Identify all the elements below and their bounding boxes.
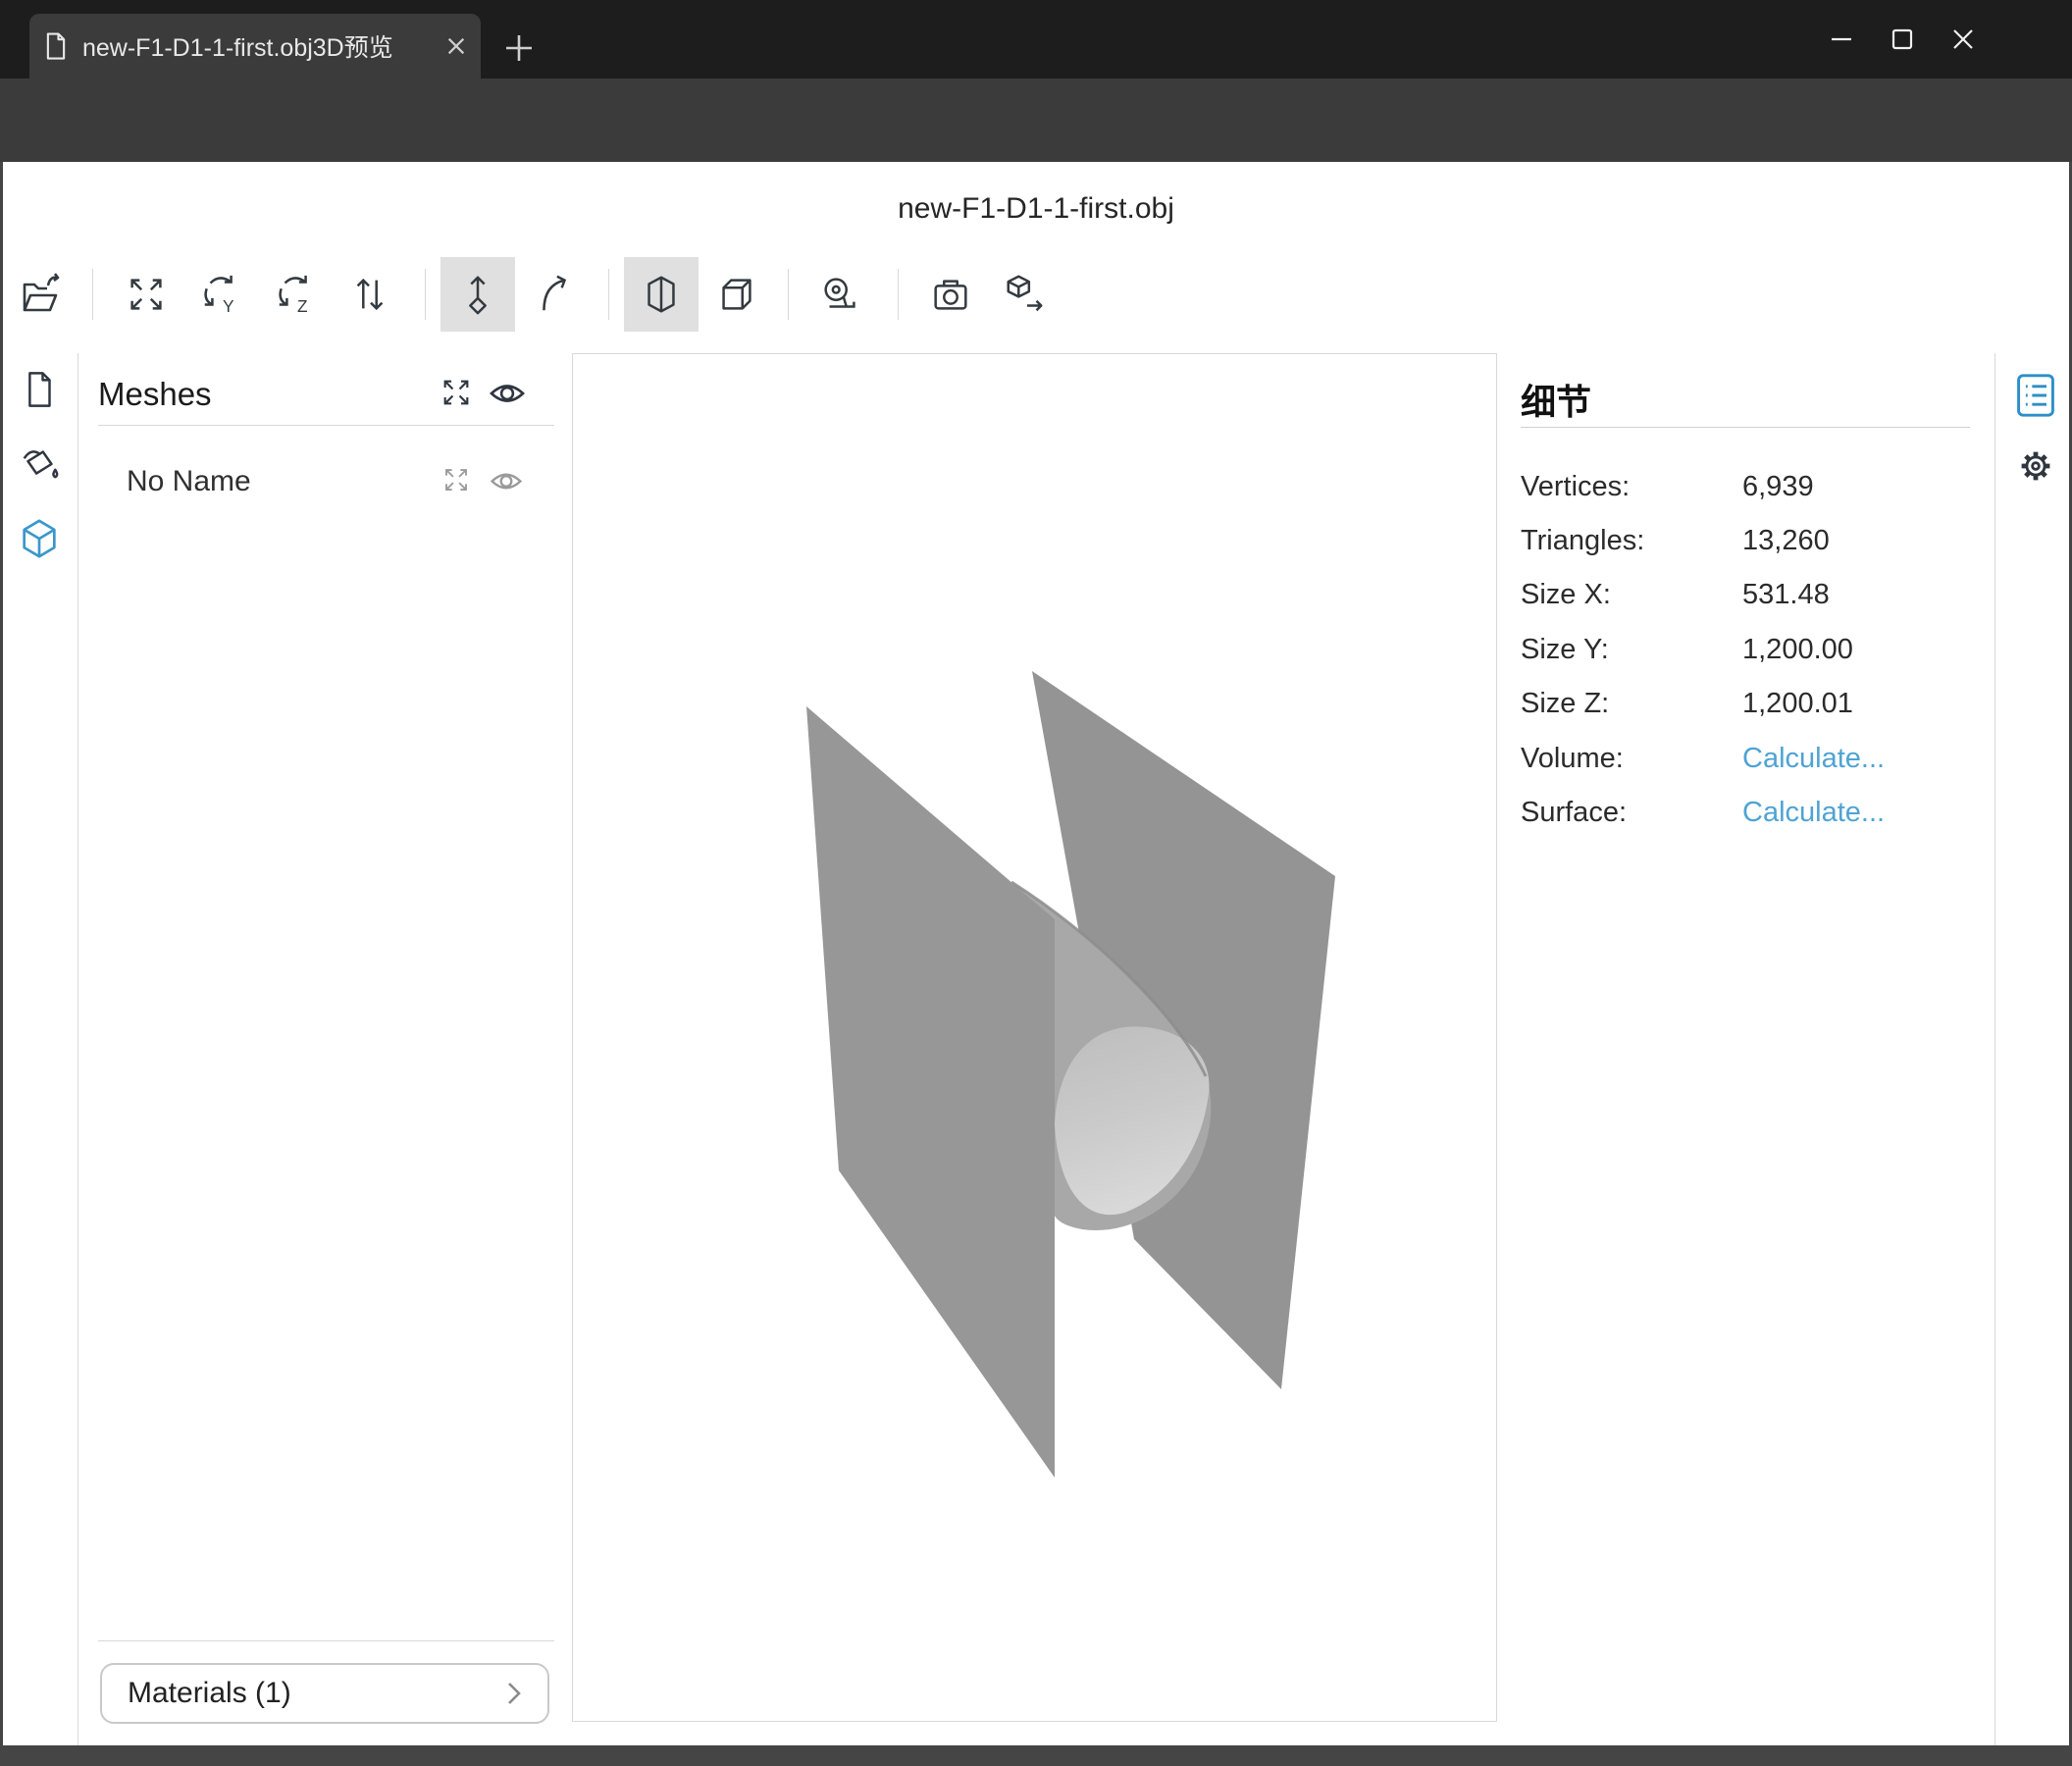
toolbar-divider — [898, 269, 899, 320]
browser-tab[interactable]: new-F1-D1-1-first.obj3D预览 — [29, 14, 481, 78]
chevron-right-icon — [506, 1681, 522, 1706]
browser-chromebar: https://file.kkview.cn/onlinePreview?url… — [0, 78, 2072, 162]
fit-view-button[interactable] — [109, 257, 183, 332]
orthographic-camera-button[interactable] — [699, 257, 774, 332]
details-list-icon[interactable] — [2014, 371, 2057, 420]
sidebar-tab-materials[interactable] — [14, 439, 65, 490]
tab-close-icon[interactable] — [445, 35, 467, 57]
tab-title: new-F1-D1-1-first.obj3D预览 — [82, 28, 432, 64]
svg-text:Z: Z — [297, 296, 308, 316]
detail-label: Vertices: — [1521, 471, 1630, 503]
window-maximize-icon[interactable] — [1872, 12, 1933, 67]
window-controls — [1811, 12, 1994, 67]
detail-row: Size Z: 1,200.01 — [1521, 688, 1972, 719]
measure-button[interactable] — [803, 257, 878, 332]
open-file-button[interactable] — [4, 257, 78, 332]
detail-label: Size Z: — [1521, 688, 1609, 720]
window-close-icon[interactable] — [1933, 12, 1994, 67]
meshes-fit-all-icon[interactable] — [440, 376, 473, 409]
page-title: new-F1-D1-1-first.obj — [0, 192, 2072, 226]
tab-favicon-document-icon — [43, 31, 69, 61]
mesh-item-visibility-eye-icon[interactable] — [488, 468, 525, 494]
toolbar-divider — [608, 269, 609, 320]
3d-viewport[interactable] — [572, 353, 1497, 1722]
settings-gear-icon[interactable] — [2013, 443, 2058, 489]
details-panel-title: 细节 — [1521, 374, 1591, 425]
flip-up-down-button[interactable] — [333, 257, 407, 332]
detail-value: 13,260 — [1742, 525, 1830, 557]
meshes-header-divider — [98, 425, 554, 426]
detail-label: Surface: — [1521, 797, 1627, 829]
detail-label: Triangles: — [1521, 525, 1644, 557]
detail-row: Surface: Calculate... — [1521, 797, 1972, 828]
materials-button[interactable]: Materials (1) — [100, 1663, 549, 1724]
detail-label: Size Y: — [1521, 634, 1609, 666]
detail-row: Triangles: 13,260 — [1521, 525, 1972, 556]
detail-row: Vertices: 6,939 — [1521, 471, 1972, 502]
rotate-z-button[interactable]: Z — [259, 257, 334, 332]
sidebar-tab-meshes[interactable] — [14, 513, 65, 564]
details-divider — [1521, 427, 1970, 428]
detail-value: 6,939 — [1742, 471, 1814, 503]
meshes-panel-title: Meshes — [98, 376, 212, 413]
left-plane — [806, 706, 1055, 1478]
right-strip-divider — [1994, 353, 1995, 1745]
toolbar-divider — [425, 269, 426, 320]
detail-label: Size X: — [1521, 579, 1611, 611]
detail-row: Size Y: 1,200.00 — [1521, 634, 1972, 665]
up-axis-button[interactable] — [440, 257, 515, 332]
detail-value: 1,200.00 — [1742, 634, 1853, 666]
mesh-item-fit-icon[interactable] — [441, 465, 471, 494]
svg-text:Y: Y — [223, 296, 234, 316]
materials-divider — [98, 1640, 554, 1641]
detail-value: 531.48 — [1742, 579, 1830, 611]
snapshot-button[interactable] — [913, 257, 988, 332]
toolbar-divider — [788, 269, 789, 320]
meshes-visibility-eye-icon[interactable] — [487, 379, 528, 408]
toolbar-divider — [92, 269, 93, 320]
rotate-y-button[interactable]: Y — [184, 257, 259, 332]
window-minimize-icon[interactable] — [1811, 12, 1872, 67]
detail-row: Volume: Calculate... — [1521, 743, 1972, 774]
detail-label: Volume: — [1521, 743, 1624, 775]
3d-model-scene — [573, 354, 1496, 1721]
new-tab-button[interactable] — [502, 31, 536, 65]
detail-row: Size X: 531.48 — [1521, 579, 1972, 610]
detail-value: 1,200.01 — [1742, 688, 1853, 720]
perspective-camera-button[interactable] — [624, 257, 699, 332]
browser-titlebar: new-F1-D1-1-first.obj3D预览 — [0, 0, 2072, 78]
mesh-item-name: No Name — [127, 465, 251, 498]
surface-calculate-link[interactable]: Calculate... — [1742, 797, 1885, 829]
free-orbit-button[interactable] — [517, 257, 592, 332]
volume-calculate-link[interactable]: Calculate... — [1742, 743, 1885, 775]
sidebar-tab-file-info[interactable] — [14, 364, 65, 415]
materials-label: Materials (1) — [128, 1677, 506, 1710]
export-button[interactable] — [988, 257, 1062, 332]
